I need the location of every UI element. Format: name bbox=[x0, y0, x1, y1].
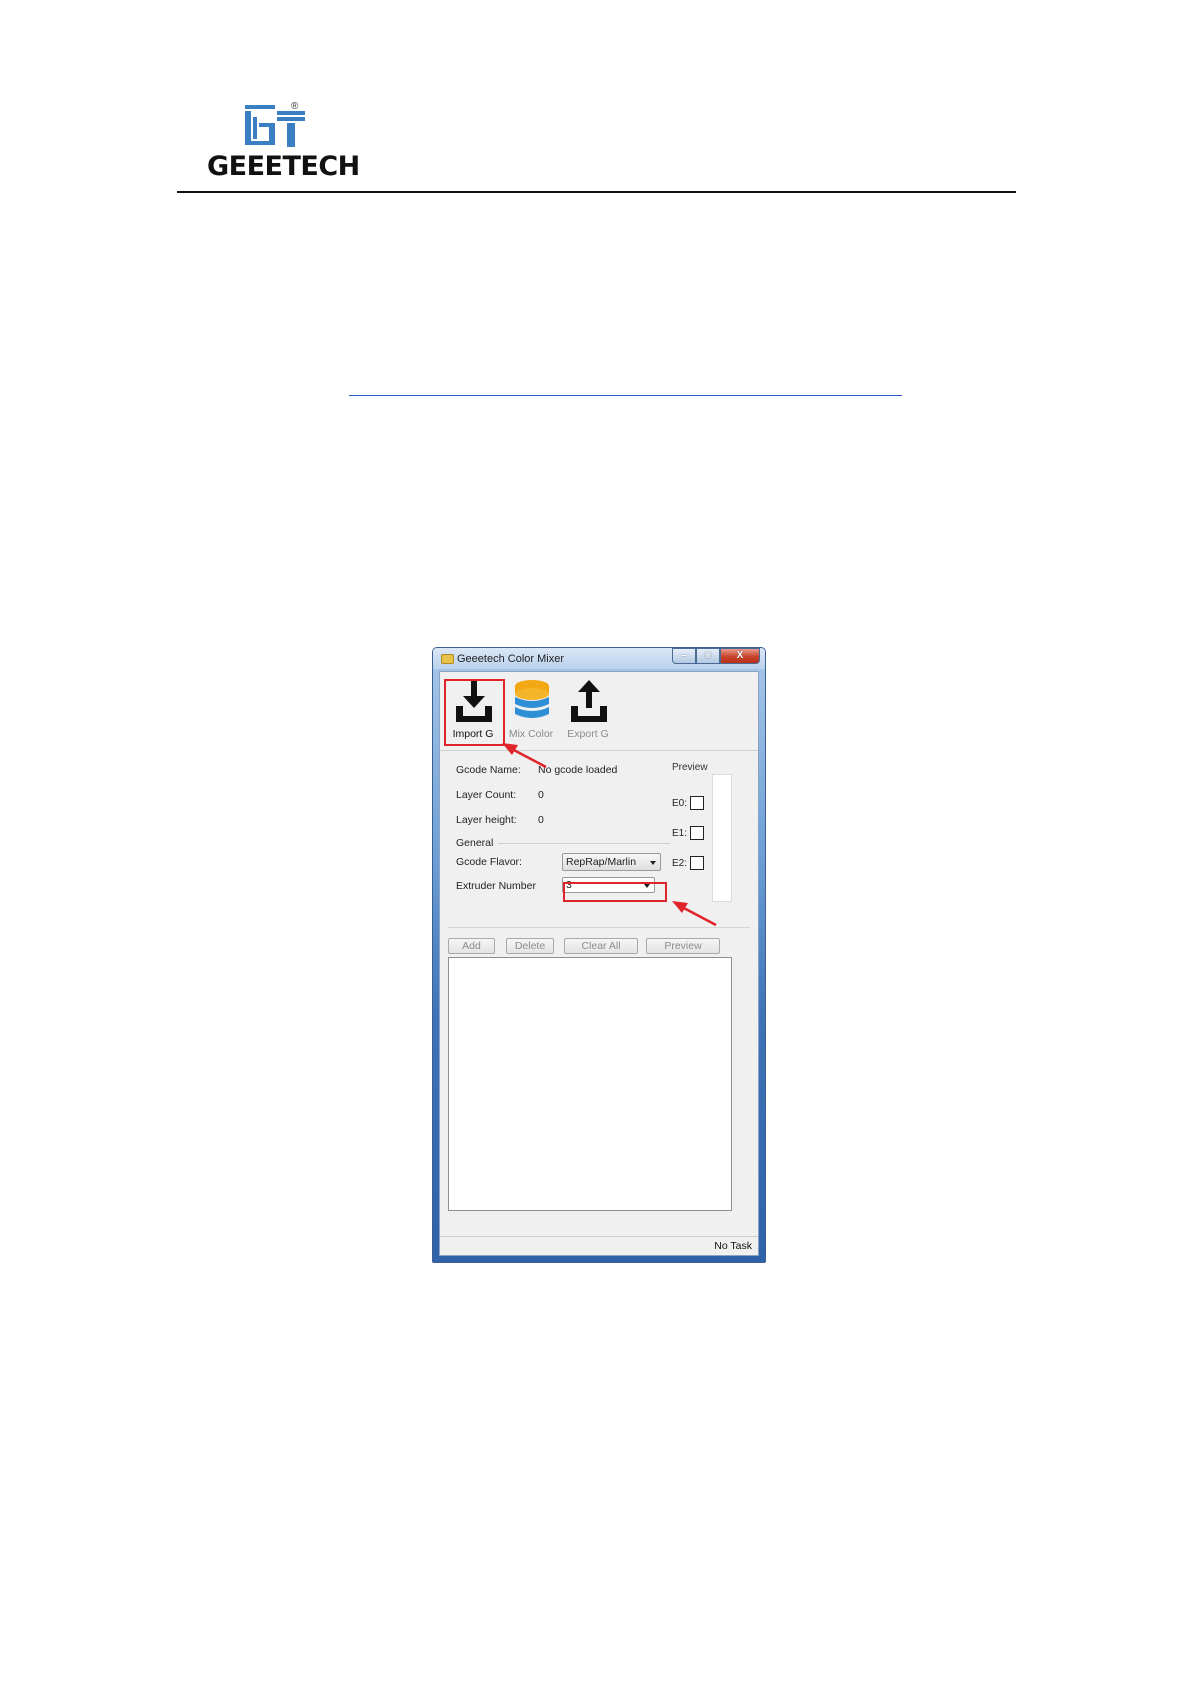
e1-label: E1: bbox=[672, 828, 688, 839]
geeetech-logo: ® GEEETECH bbox=[205, 101, 360, 183]
e1-color-swatch[interactable] bbox=[690, 826, 704, 840]
add-button[interactable]: Add bbox=[448, 938, 495, 954]
status-text: No Task bbox=[714, 1240, 752, 1252]
mix-color-button[interactable]: Mix Color bbox=[502, 676, 560, 742]
extruder-number-label: Extruder Number bbox=[456, 880, 536, 892]
window-title: Geeetech Color Mixer bbox=[457, 653, 564, 665]
header-divider bbox=[177, 191, 1016, 193]
maximize-icon: □ bbox=[704, 650, 712, 661]
preview-panel: Preview E0: E1: E2: bbox=[672, 762, 734, 910]
app-icon bbox=[441, 654, 454, 664]
delete-button[interactable]: Delete bbox=[506, 938, 554, 954]
hyperlink-underline[interactable] bbox=[349, 395, 902, 396]
gcode-flavor-value: RepRap/Marlin bbox=[566, 856, 637, 868]
mix-color-label: Mix Color bbox=[508, 728, 554, 740]
preview-title: Preview bbox=[672, 762, 708, 773]
export-g-button[interactable]: Export G bbox=[559, 676, 617, 742]
status-bar: No Task bbox=[440, 1236, 758, 1255]
upload-icon bbox=[571, 680, 607, 722]
general-group-divider bbox=[498, 843, 670, 844]
close-button[interactable]: X bbox=[720, 648, 760, 664]
gcode-flavor-select[interactable]: RepRap/Marlin bbox=[562, 853, 661, 871]
preview-button[interactable]: Preview bbox=[646, 938, 720, 954]
layer-height-value: 0 bbox=[538, 814, 544, 826]
preview-strip bbox=[712, 774, 732, 902]
brand-wordmark: GEEETECH bbox=[207, 151, 360, 182]
layer-count-value: 0 bbox=[538, 789, 544, 801]
e2-color-swatch[interactable] bbox=[690, 856, 704, 870]
close-icon: X bbox=[736, 650, 744, 661]
extruder-arrow-icon bbox=[672, 901, 717, 927]
maximize-button[interactable]: □ bbox=[696, 648, 720, 664]
database-icon bbox=[515, 680, 549, 718]
layer-count-label: Layer Count: bbox=[456, 789, 517, 801]
clear-all-button[interactable]: Clear All bbox=[564, 938, 638, 954]
import-arrow-icon bbox=[502, 743, 547, 769]
caption-buttons: – □ X bbox=[672, 648, 760, 665]
chevron-down-icon bbox=[650, 861, 656, 865]
task-list[interactable] bbox=[448, 957, 732, 1211]
minimize-button[interactable]: – bbox=[672, 648, 696, 664]
import-highlight-box bbox=[444, 679, 505, 746]
general-group-label: General bbox=[456, 837, 494, 849]
minimize-icon: – bbox=[681, 650, 687, 661]
export-g-label: Export G bbox=[567, 728, 609, 740]
registered-mark: ® bbox=[291, 101, 299, 112]
gcode-flavor-label: Gcode Flavor: bbox=[456, 856, 522, 868]
action-button-row: Add Delete Clear All Preview bbox=[448, 927, 750, 954]
client-area: Import G Mix Color Export G Gcode Name: … bbox=[439, 671, 759, 1256]
e0-color-swatch[interactable] bbox=[690, 796, 704, 810]
title-bar[interactable]: Geeetech Color Mixer – □ X bbox=[433, 648, 765, 669]
e2-label: E2: bbox=[672, 858, 688, 869]
layer-height-label: Layer height: bbox=[456, 814, 517, 826]
e0-label: E0: bbox=[672, 798, 688, 809]
gt-logo-mark-icon bbox=[245, 105, 305, 147]
extruder-highlight-box bbox=[563, 882, 667, 902]
